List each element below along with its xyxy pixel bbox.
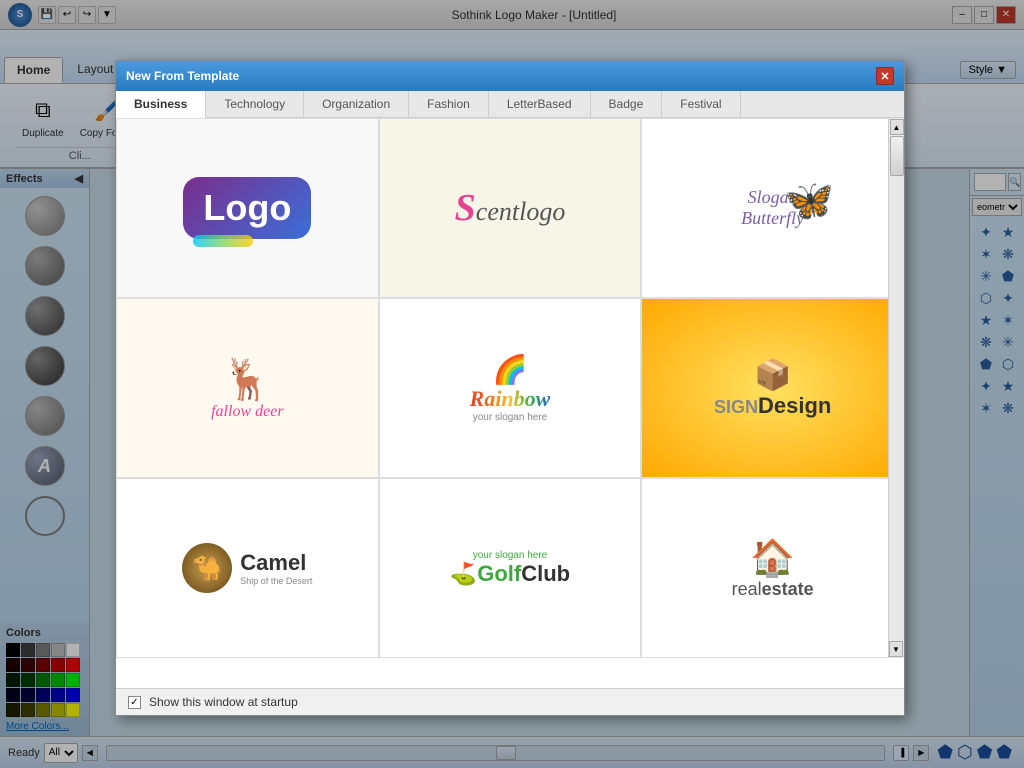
modal-scrollbar-thumb: [890, 136, 904, 176]
modal-body: Logo Scentlogo SloganButterfly 🦋: [116, 118, 904, 688]
scroll-up-arrow[interactable]: ▲: [890, 119, 904, 135]
template-fallow-deer[interactable]: 🦌 fallow deer: [116, 298, 379, 478]
startup-label: Show this window at startup: [149, 695, 298, 709]
template-realestate[interactable]: 🏠 realestate: [641, 478, 904, 658]
modal-close-button[interactable]: ✕: [876, 67, 894, 85]
template-camel[interactable]: 🐪 Camel Ship of the Desert: [116, 478, 379, 658]
tab-business[interactable]: Business: [116, 91, 206, 118]
template-rainbow[interactable]: 🌈 Rainbow your slogan here: [379, 298, 642, 478]
template-grid: Logo Scentlogo SloganButterfly 🦋: [116, 118, 904, 658]
template-logo[interactable]: Logo: [116, 118, 379, 298]
tab-festival[interactable]: Festival: [662, 91, 740, 117]
modal-overlay: New From Template ✕ Business Technology …: [0, 0, 1024, 768]
template-butterfly[interactable]: SloganButterfly 🦋: [641, 118, 904, 298]
startup-checkbox[interactable]: ✓: [128, 696, 141, 709]
tab-technology[interactable]: Technology: [206, 91, 304, 117]
template-golf-club[interactable]: your slogan here ⛳GolfClub: [379, 478, 642, 658]
modal-title-bar: New From Template ✕: [116, 61, 904, 91]
scroll-down-arrow[interactable]: ▼: [889, 641, 903, 657]
modal-title: New From Template: [126, 69, 239, 83]
tab-organization[interactable]: Organization: [304, 91, 409, 117]
tab-fashion[interactable]: Fashion: [409, 91, 489, 117]
tab-letterbased[interactable]: LetterBased: [489, 91, 591, 117]
modal-tabs: Business Technology Organization Fashion…: [116, 91, 904, 118]
tab-badge[interactable]: Badge: [591, 91, 663, 117]
modal-scrollbar[interactable]: ▲ ▼: [888, 118, 904, 658]
modal-footer: ✓ Show this window at startup: [116, 688, 904, 715]
new-from-template-dialog: New From Template ✕ Business Technology …: [115, 60, 905, 716]
template-sign-design[interactable]: 📦 SIGNDesign: [641, 298, 904, 478]
template-scentlogo[interactable]: Scentlogo: [379, 118, 642, 298]
